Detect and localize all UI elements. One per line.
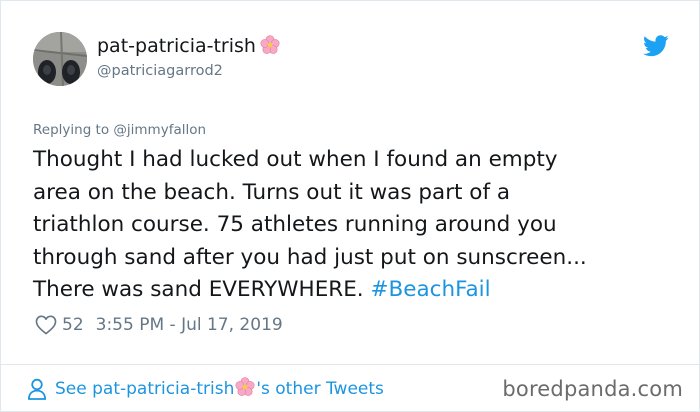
- tweet-card: pat-patricia-trish @patriciagarrod2 Repl…: [0, 0, 700, 412]
- watermark: boredpanda.com: [502, 377, 683, 401]
- tweet-line: area on the beach. Turns out it was part…: [33, 179, 511, 205]
- tweet-line-text: There was sand EVERYWHERE.: [33, 277, 371, 303]
- divider: [1, 364, 699, 365]
- tweet-line: through sand after you had just put on s…: [33, 244, 587, 270]
- display-name-text: pat-patricia-trish: [97, 35, 256, 57]
- tweet-line-last: There was sand EVERYWHERE. #BeachFail: [33, 274, 683, 307]
- tweet-text: Thought I had lucked out when I found an…: [33, 144, 683, 307]
- timestamp[interactable]: 3:55 PM - Jul 17, 2019: [96, 315, 283, 335]
- twitter-bird-icon[interactable]: [643, 35, 669, 57]
- tweet-meta: 52 3:55 PM - Jul 17, 2019: [35, 313, 283, 337]
- replying-to[interactable]: Replying to @jimmyfallon: [33, 122, 206, 138]
- tweet-line: Thought I had lucked out when I found an…: [33, 147, 558, 172]
- person-icon: [27, 378, 47, 400]
- heart-icon[interactable]: [35, 315, 57, 335]
- avatar-photo: [33, 32, 87, 86]
- display-name[interactable]: pat-patricia-trish: [97, 35, 280, 60]
- user-handle[interactable]: @patriciagarrod2: [97, 63, 223, 79]
- avatar[interactable]: [33, 32, 87, 86]
- see-tweets-suffix: 's other Tweets: [256, 379, 384, 399]
- like-count[interactable]: 52: [62, 315, 84, 335]
- hashtag-link[interactable]: #BeachFail: [370, 277, 490, 302]
- see-tweets-prefix: See pat-patricia-trish: [55, 379, 235, 399]
- tweet-line: triathlon course. 75 athletes running ar…: [33, 212, 557, 238]
- see-other-tweets-link[interactable]: See pat-patricia-trish 's other Tweets: [27, 375, 384, 403]
- cherry-blossom-icon: [260, 35, 280, 60]
- cherry-blossom-icon: [235, 376, 255, 402]
